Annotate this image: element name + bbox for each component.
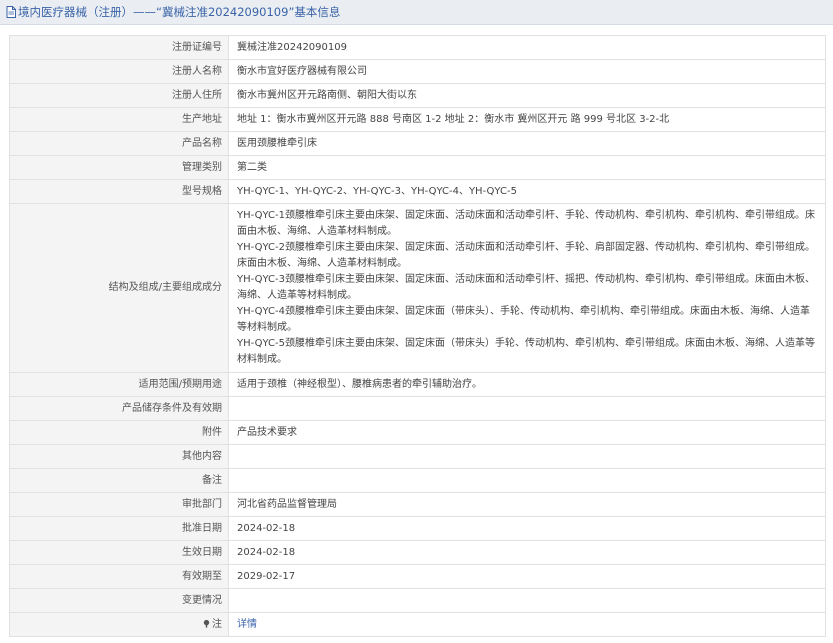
- field-value: 2024-02-18: [228, 516, 826, 541]
- field-value: [228, 396, 826, 421]
- field-label: 批准日期: [9, 516, 229, 541]
- table-row: 生产地址 地址 1：衡水市冀州区开元路 888 号南区 1-2 地址 2：衡水市…: [9, 107, 826, 132]
- note-label: 注: [212, 618, 222, 630]
- field-label: 注册证编号: [9, 35, 229, 60]
- table-row: 注册人名称 衡水市宜好医疗器械有限公司: [9, 59, 826, 84]
- field-value: [228, 588, 826, 613]
- table-row: 管理类别 第二类: [9, 155, 826, 180]
- field-value: 地址 1：衡水市冀州区开元路 888 号南区 1-2 地址 2：衡水市 冀州区开…: [228, 107, 826, 132]
- table-row: 审批部门 河北省药品监督管理局: [9, 492, 826, 517]
- field-value: 适用于颈椎（神经根型）、腰椎病患者的牵引辅助治疗。: [228, 372, 826, 397]
- table-row: 注册证编号 冀械注准20242090109: [9, 35, 826, 60]
- field-label: 管理类别: [9, 155, 229, 180]
- structure-line: YH-QYC-1颈腰椎牵引床主要由床架、固定床面、活动床面和活动牵引杆、手轮、传…: [237, 210, 815, 237]
- table-row-note: 注 详情: [9, 612, 826, 637]
- field-label: 注册人住所: [9, 83, 229, 108]
- field-label: 产品储存条件及有效期: [9, 396, 229, 421]
- field-value: 2029-02-17: [228, 564, 826, 589]
- detail-table: 注册证编号 冀械注准20242090109 注册人名称 衡水市宜好医疗器械有限公…: [9, 35, 826, 637]
- page-header: 境内医疗器械（注册）——“冀械注准20242090109”基本信息: [0, 0, 833, 25]
- field-value: 产品技术要求: [228, 420, 826, 445]
- field-value: 河北省药品监督管理局: [228, 492, 826, 517]
- field-value: 医用颈腰椎牵引床: [228, 131, 826, 156]
- field-label: 适用范围/预期用途: [9, 372, 229, 397]
- table-row-structure: 结构及组成/主要组成成分 YH-QYC-1颈腰椎牵引床主要由床架、固定床面、活动…: [9, 203, 826, 373]
- note-value: 详情: [228, 612, 826, 637]
- table-row: 生效日期 2024-02-18: [9, 540, 826, 565]
- structure-line: YH-QYC-2颈腰椎牵引床主要由床架、固定床面、活动床面和活动牵引杆、手轮、肩…: [237, 242, 815, 269]
- structure-line: YH-QYC-4颈腰椎牵引床主要由床架、固定床面（带床头）、手轮、传动机构、牵引…: [237, 306, 810, 333]
- table-row: 产品储存条件及有效期: [9, 396, 826, 421]
- field-label: 审批部门: [9, 492, 229, 517]
- field-value: 第二类: [228, 155, 826, 180]
- document-icon: [6, 6, 16, 18]
- structure-value: YH-QYC-1颈腰椎牵引床主要由床架、固定床面、活动床面和活动牵引杆、手轮、传…: [228, 203, 826, 373]
- field-label: 附件: [9, 420, 229, 445]
- field-label: 注册人名称: [9, 59, 229, 84]
- table-row: 有效期至 2029-02-17: [9, 564, 826, 589]
- field-label: 产品名称: [9, 131, 229, 156]
- field-label: 有效期至: [9, 564, 229, 589]
- field-label: 型号规格: [9, 179, 229, 204]
- field-value: 冀械注准20242090109: [228, 35, 826, 60]
- table-row: 附件 产品技术要求: [9, 420, 826, 445]
- field-label: 结构及组成/主要组成成分: [9, 203, 229, 373]
- field-value: [228, 444, 826, 469]
- field-label: 变更情况: [9, 588, 229, 613]
- field-label: 生产地址: [9, 107, 229, 132]
- table-row: 批准日期 2024-02-18: [9, 516, 826, 541]
- detail-table-container: 注册证编号 冀械注准20242090109 注册人名称 衡水市宜好医疗器械有限公…: [9, 35, 826, 637]
- table-row: 型号规格 YH-QYC-1、YH-QYC-2、YH-QYC-3、YH-QYC-4…: [9, 179, 826, 204]
- table-row: 其他内容: [9, 444, 826, 469]
- structure-line: YH-QYC-3颈腰椎牵引床主要由床架、固定床面、活动床面和活动牵引杆、摇把、传…: [237, 274, 815, 301]
- field-label: 其他内容: [9, 444, 229, 469]
- field-value: 2024-02-18: [228, 540, 826, 565]
- table-row: 变更情况: [9, 588, 826, 613]
- structure-line: YH-QYC-5颈腰椎牵引床主要由床架、固定床面（带床头）手轮、传动机构、牵引机…: [237, 338, 815, 365]
- field-label: 生效日期: [9, 540, 229, 565]
- note-label-cell: 注: [9, 612, 229, 637]
- field-value: 衡水市冀州区开元路南侧、朝阳大街以东: [228, 83, 826, 108]
- detail-link[interactable]: 详情: [237, 619, 257, 630]
- table-row: 注册人住所 衡水市冀州区开元路南侧、朝阳大街以东: [9, 83, 826, 108]
- field-value: 衡水市宜好医疗器械有限公司: [228, 59, 826, 84]
- table-row: 备注: [9, 468, 826, 493]
- field-value: YH-QYC-1、YH-QYC-2、YH-QYC-3、YH-QYC-4、YH-Q…: [228, 179, 826, 204]
- star-icon: [202, 618, 211, 628]
- field-label: 备注: [9, 468, 229, 493]
- field-value: [228, 468, 826, 493]
- page-title: 境内医疗器械（注册）——“冀械注准20242090109”基本信息: [18, 5, 341, 19]
- table-row: 产品名称 医用颈腰椎牵引床: [9, 131, 826, 156]
- table-row: 适用范围/预期用途 适用于颈椎（神经根型）、腰椎病患者的牵引辅助治疗。: [9, 372, 826, 397]
